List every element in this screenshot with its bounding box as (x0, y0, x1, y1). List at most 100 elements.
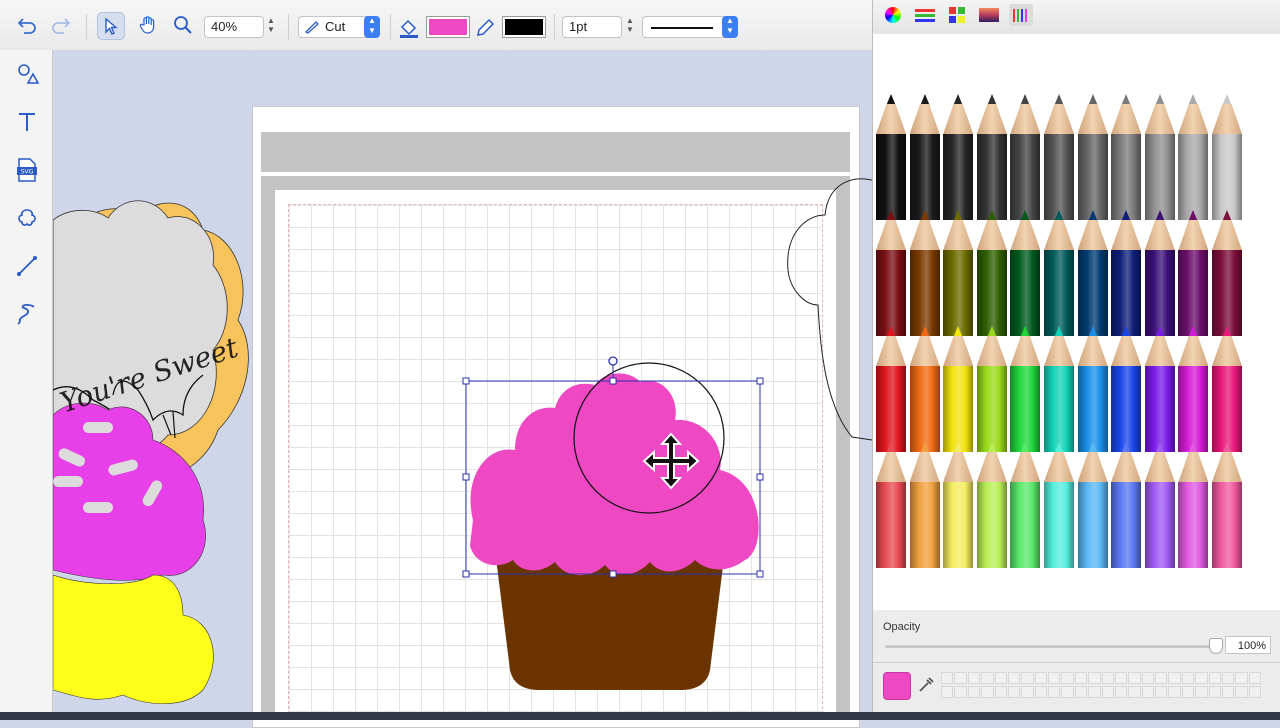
empty-swatch[interactable] (994, 672, 1007, 684)
empty-swatch[interactable] (1128, 685, 1141, 698)
pencil-swatch[interactable] (1144, 326, 1175, 452)
current-color-swatch[interactable] (883, 672, 911, 700)
empty-swatch[interactable] (1114, 685, 1128, 698)
stroke-width-field[interactable]: 1pt (562, 16, 622, 38)
pencil-swatch[interactable] (1077, 94, 1108, 220)
stroke-width-stepper[interactable]: ▲ ▼ (624, 16, 636, 38)
empty-swatch[interactable] (1208, 672, 1221, 684)
fill-color-well[interactable] (426, 16, 470, 38)
empty-swatch[interactable] (1221, 685, 1235, 698)
pencil-swatch[interactable] (1144, 94, 1175, 220)
zoom-stepper[interactable]: ▲ ▼ (265, 16, 277, 38)
empty-swatch[interactable] (1088, 685, 1101, 698)
empty-swatch[interactable] (1128, 672, 1141, 684)
pencil-swatch[interactable] (1212, 94, 1242, 220)
pencil-swatch[interactable] (1077, 210, 1108, 336)
empty-swatch[interactable] (1074, 685, 1088, 698)
empty-swatch[interactable] (1235, 685, 1248, 698)
undo-icon[interactable] (14, 12, 40, 38)
line-tool-icon[interactable] (13, 252, 41, 280)
pencil-swatch[interactable] (976, 94, 1007, 220)
pencil-swatch[interactable] (1144, 210, 1175, 336)
empty-swatch[interactable] (1061, 672, 1074, 684)
pencil-swatch[interactable] (876, 210, 906, 336)
empty-swatch[interactable] (1114, 672, 1128, 684)
pencil-swatch[interactable] (1212, 326, 1242, 452)
pencil-swatch[interactable] (1044, 326, 1074, 452)
pencil-swatch[interactable] (1010, 210, 1041, 336)
empty-swatch[interactable] (954, 685, 967, 698)
hand-tool-icon[interactable] (135, 12, 161, 38)
empty-swatch[interactable] (1048, 685, 1061, 698)
pencil-swatch[interactable] (976, 210, 1007, 336)
pencil-swatches[interactable] (873, 86, 1280, 610)
pencils-icon[interactable] (1009, 4, 1033, 26)
empty-swatch[interactable] (1034, 672, 1047, 684)
stroke-pen-icon[interactable] (474, 17, 496, 39)
line-style-dropdown-arrow[interactable]: ▲ ▼ (722, 16, 738, 38)
pencil-swatch[interactable] (1111, 94, 1142, 220)
pencil-swatch[interactable] (909, 94, 940, 220)
pencil-swatch[interactable] (1010, 326, 1041, 452)
empty-swatch[interactable] (941, 685, 954, 698)
pencil-swatch[interactable] (1178, 210, 1209, 336)
pencil-swatch[interactable] (1044, 210, 1074, 336)
pencil-swatch[interactable] (1077, 442, 1108, 568)
empty-swatch[interactable] (994, 685, 1007, 698)
redo-icon[interactable] (48, 12, 74, 38)
empty-swatch[interactable] (1181, 672, 1195, 684)
empty-swatch[interactable] (1195, 685, 1208, 698)
empty-swatch[interactable] (1141, 685, 1154, 698)
empty-swatch[interactable] (1248, 672, 1261, 684)
custom-swatch-grid[interactable] (941, 672, 1261, 698)
empty-swatch[interactable] (1007, 672, 1021, 684)
empty-swatch[interactable] (1021, 672, 1034, 684)
opacity-slider-track[interactable] (885, 645, 1215, 648)
pencil-swatch[interactable] (1010, 442, 1041, 568)
pencil-swatch[interactable] (1178, 442, 1209, 568)
empty-swatch[interactable] (1074, 672, 1088, 684)
pencil-swatch[interactable] (1010, 94, 1041, 220)
empty-swatch[interactable] (1101, 672, 1114, 684)
pencil-swatch[interactable] (1111, 442, 1142, 568)
pencil-swatch[interactable] (1077, 326, 1108, 452)
pencil-swatch[interactable] (1044, 94, 1074, 220)
pencil-swatch[interactable] (1044, 442, 1074, 568)
opacity-slider-knob[interactable] (1209, 638, 1223, 654)
empty-swatch[interactable] (1235, 672, 1248, 684)
empty-swatch[interactable] (1034, 685, 1047, 698)
pencil-swatch[interactable] (1111, 326, 1142, 452)
zoom-tool-icon[interactable] (170, 12, 196, 38)
color-palettes-icon[interactable] (945, 4, 969, 26)
empty-swatch[interactable] (1048, 672, 1061, 684)
empty-swatch[interactable] (1141, 672, 1154, 684)
pencil-swatch[interactable] (1178, 326, 1209, 452)
color-wheel-icon[interactable] (881, 4, 905, 26)
pencil-swatch[interactable] (1178, 94, 1209, 220)
empty-swatch[interactable] (1221, 672, 1235, 684)
text-tool-icon[interactable] (13, 108, 41, 136)
empty-swatch[interactable] (1021, 685, 1034, 698)
empty-swatch[interactable] (1195, 672, 1208, 684)
pencil-swatch[interactable] (943, 94, 974, 220)
empty-swatch[interactable] (941, 672, 954, 684)
right-outline-shape[interactable] (780, 175, 872, 445)
eyedropper-icon[interactable] (917, 676, 935, 694)
select-tool-icon[interactable] (97, 12, 125, 40)
pencil-swatch[interactable] (976, 326, 1007, 452)
trace-tool-icon[interactable] (13, 204, 41, 232)
empty-swatch[interactable] (981, 685, 994, 698)
empty-swatch[interactable] (1168, 672, 1181, 684)
freehand-tool-icon[interactable] (13, 300, 41, 328)
empty-swatch[interactable] (954, 672, 967, 684)
pencil-swatch[interactable] (909, 210, 940, 336)
empty-swatch[interactable] (1101, 685, 1114, 698)
pencil-swatch[interactable] (1144, 442, 1175, 568)
empty-swatch[interactable] (1208, 685, 1221, 698)
pencil-swatch[interactable] (1111, 210, 1142, 336)
left-artwork-group[interactable] (53, 190, 263, 712)
pencil-swatch[interactable] (876, 442, 906, 568)
pencil-swatch[interactable] (943, 210, 974, 336)
pencil-swatch[interactable] (943, 442, 974, 568)
color-sliders-icon[interactable] (913, 4, 937, 26)
